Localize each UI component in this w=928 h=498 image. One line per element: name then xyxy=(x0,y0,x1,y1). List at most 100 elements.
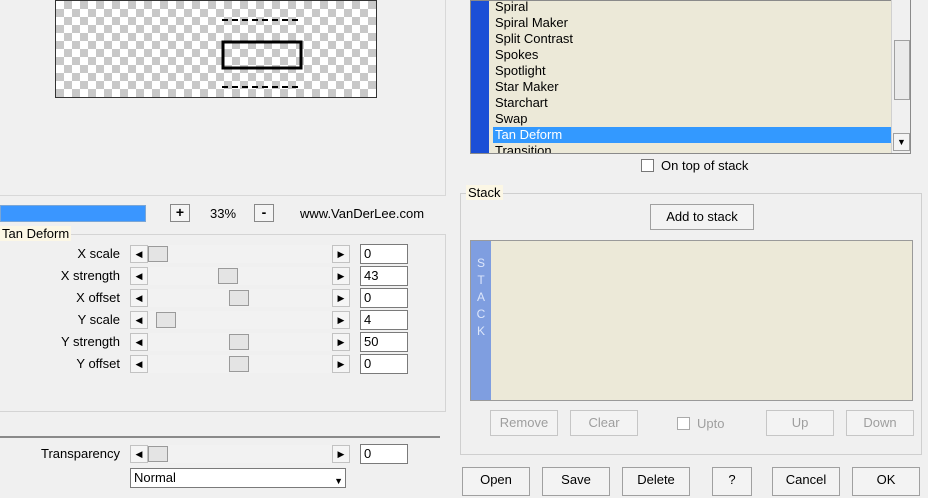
cancel-button[interactable]: Cancel xyxy=(772,467,840,496)
value-y-strength[interactable]: 50 xyxy=(360,332,408,352)
slider-track[interactable] xyxy=(148,355,332,373)
on-top-of-stack-label: On top of stack xyxy=(661,158,749,173)
param-label-x-scale: X scale xyxy=(77,246,120,261)
param-label-x-offset: X offset xyxy=(76,290,120,305)
stack-strip-letters: S T A C K xyxy=(471,255,491,340)
slider-track[interactable] xyxy=(148,245,332,263)
slider-track[interactable] xyxy=(148,289,332,307)
filter-list-sidebar xyxy=(471,1,489,153)
slider-x-strength[interactable]: ◀ ▶ xyxy=(130,267,350,285)
filter-group-title: Tan Deform xyxy=(0,226,72,241)
stack-strip: S T A C K xyxy=(471,241,491,400)
param-label-y-offset: Y offset xyxy=(76,356,120,371)
zoom-value: 33% xyxy=(209,206,237,221)
value-y-offset[interactable]: 0 xyxy=(360,354,408,374)
list-item[interactable]: Swap xyxy=(493,111,891,127)
slider-track[interactable] xyxy=(148,445,332,463)
value-x-strength[interactable]: 43 xyxy=(360,266,408,286)
arrow-left-icon[interactable]: ◀ xyxy=(130,355,148,373)
blend-mode-value: Normal xyxy=(134,470,176,485)
arrow-left-icon[interactable]: ◀ xyxy=(130,445,148,463)
stack-letter: T xyxy=(477,273,485,287)
arrow-right-icon[interactable]: ▶ xyxy=(332,311,350,329)
save-button[interactable]: Save xyxy=(542,467,610,496)
help-button[interactable]: ? xyxy=(712,467,752,496)
stack-group-title: Stack xyxy=(466,185,503,200)
transparency-label: Transparency xyxy=(41,446,120,461)
slider-thumb[interactable] xyxy=(156,312,176,328)
zoom-in-button[interactable]: + xyxy=(170,204,190,222)
slider-x-offset[interactable]: ◀ ▶ xyxy=(130,289,350,307)
slider-track[interactable] xyxy=(148,333,332,351)
slider-track[interactable] xyxy=(148,311,332,329)
arrow-left-icon[interactable]: ◀ xyxy=(130,333,148,351)
arrow-right-icon[interactable]: ▶ xyxy=(332,289,350,307)
slider-y-scale[interactable]: ◀ ▶ xyxy=(130,311,350,329)
arrow-left-icon[interactable]: ◀ xyxy=(130,289,148,307)
slider-y-offset[interactable]: ◀ ▶ xyxy=(130,355,350,373)
list-item[interactable]: Star Maker xyxy=(493,79,891,95)
arrow-left-icon[interactable]: ◀ xyxy=(130,267,148,285)
slider-thumb[interactable] xyxy=(218,268,238,284)
stack-letter: C xyxy=(476,307,486,321)
filter-list[interactable]: Spiral Spiral Maker Split Contrast Spoke… xyxy=(470,0,911,154)
param-label-y-scale: Y scale xyxy=(77,312,120,327)
arrow-left-icon[interactable]: ◀ xyxy=(130,245,148,263)
ok-button[interactable]: OK xyxy=(852,467,920,496)
list-item[interactable]: Split Contrast xyxy=(493,31,891,47)
stack-letter: S xyxy=(476,256,485,270)
upto-checkbox[interactable] xyxy=(677,417,690,430)
stack-letter: K xyxy=(476,324,485,338)
slider-thumb[interactable] xyxy=(229,356,249,372)
arrow-right-icon[interactable]: ▶ xyxy=(332,445,350,463)
slider-thumb[interactable] xyxy=(148,246,168,262)
upto-label: Upto xyxy=(697,416,725,431)
list-item-selected[interactable]: Tan Deform xyxy=(493,127,891,143)
slider-y-strength[interactable]: ◀ ▶ xyxy=(130,333,350,351)
slider-thumb[interactable] xyxy=(148,446,168,462)
arrow-right-icon[interactable]: ▶ xyxy=(332,267,350,285)
clear-button[interactable]: Clear xyxy=(570,410,638,436)
list-item[interactable]: Spiral Maker xyxy=(493,15,891,31)
value-transparency[interactable]: 0 xyxy=(360,444,408,464)
zoom-out-button[interactable]: - xyxy=(254,204,274,222)
delete-button[interactable]: Delete xyxy=(622,467,690,496)
value-y-scale[interactable]: 4 xyxy=(360,310,408,330)
open-button[interactable]: Open xyxy=(462,467,530,496)
down-button[interactable]: Down xyxy=(846,410,914,436)
preview-shape xyxy=(221,19,303,88)
param-label-x-strength: X strength xyxy=(60,268,120,283)
scrollbar-thumb[interactable] xyxy=(894,40,910,100)
list-item[interactable]: Spiral xyxy=(493,1,891,15)
scroll-down-icon[interactable]: ▼ xyxy=(893,133,910,151)
progress-bar xyxy=(0,205,146,222)
filter-list-scrollbar[interactable]: ▼ xyxy=(891,0,910,153)
chevron-down-icon[interactable]: ▼ xyxy=(334,472,343,490)
slider-thumb[interactable] xyxy=(229,290,249,306)
add-to-stack-button[interactable]: Add to stack xyxy=(650,204,754,230)
list-item[interactable]: Transition xyxy=(493,143,891,153)
vanderlee-link[interactable]: www.VanDerLee.com xyxy=(300,206,424,221)
list-item[interactable]: Spotlight xyxy=(493,63,891,79)
slider-x-scale[interactable]: ◀ ▶ xyxy=(130,245,350,263)
param-label-y-strength: Y strength xyxy=(60,334,120,349)
arrow-right-icon[interactable]: ▶ xyxy=(332,333,350,351)
stack-letter: A xyxy=(476,290,485,304)
slider-thumb[interactable] xyxy=(229,334,249,350)
arrow-right-icon[interactable]: ▶ xyxy=(332,245,350,263)
list-item[interactable]: Starchart xyxy=(493,95,891,111)
arrow-left-icon[interactable]: ◀ xyxy=(130,311,148,329)
slider-track[interactable] xyxy=(148,267,332,285)
on-top-of-stack-checkbox[interactable] xyxy=(641,159,654,172)
remove-button[interactable]: Remove xyxy=(490,410,558,436)
value-x-scale[interactable]: 0 xyxy=(360,244,408,264)
slider-transparency[interactable]: ◀ ▶ xyxy=(130,445,350,463)
up-button[interactable]: Up xyxy=(766,410,834,436)
stack-list[interactable]: S T A C K xyxy=(470,240,913,401)
arrow-right-icon[interactable]: ▶ xyxy=(332,355,350,373)
blend-mode-select[interactable]: Normal ▼ xyxy=(130,468,346,488)
value-x-offset[interactable]: 0 xyxy=(360,288,408,308)
list-item[interactable]: Spokes xyxy=(493,47,891,63)
divider xyxy=(0,436,440,438)
preview-canvas[interactable] xyxy=(55,0,377,98)
